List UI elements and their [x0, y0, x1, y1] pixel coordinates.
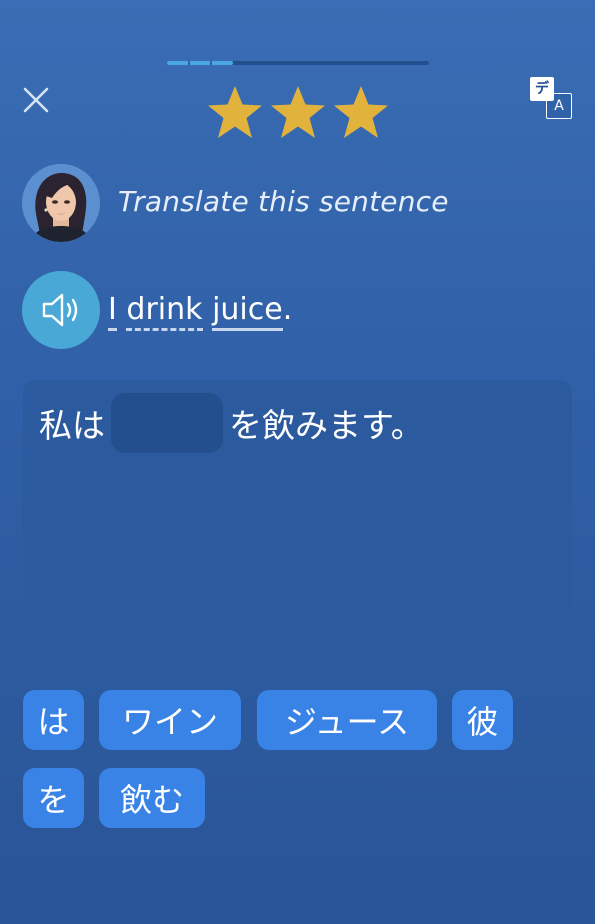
answer-blank-slot[interactable]: [111, 393, 223, 453]
star-icon: [271, 86, 325, 138]
sentence-word[interactable]: juice: [212, 292, 283, 331]
answer-area: 私は を飲みます。: [23, 380, 572, 674]
word-chip[interactable]: は: [23, 690, 84, 750]
word-chip[interactable]: 彼: [452, 690, 513, 750]
answer-sentence: 私は を飲みます。: [39, 393, 424, 453]
sentence-word[interactable]: I: [108, 292, 117, 331]
sentence-word[interactable]: drink: [126, 292, 203, 331]
word-chip[interactable]: ワイン: [99, 690, 241, 750]
word-chip[interactable]: を: [23, 768, 84, 828]
progress-segment-divider: [210, 61, 212, 65]
word-chip[interactable]: 飲む: [99, 768, 205, 828]
close-button[interactable]: [18, 82, 54, 118]
sentence-period: .: [282, 292, 293, 327]
translate-icon-kana: デ: [530, 77, 554, 101]
instruction-text: Translate this sentence: [118, 185, 449, 218]
tutor-avatar: [22, 164, 100, 242]
star-icon: [208, 86, 262, 138]
play-audio-button[interactable]: [22, 271, 100, 349]
lesson-progress-fill: [167, 61, 233, 65]
close-icon: [23, 87, 49, 113]
speaker-icon: [42, 293, 78, 327]
star-rating: [206, 84, 390, 144]
progress-segment-divider: [188, 61, 190, 65]
word-chip[interactable]: ジュース: [257, 690, 437, 750]
answer-text-before: 私は: [39, 406, 105, 445]
translate-toggle-button[interactable]: A デ: [528, 75, 574, 121]
star-icon: [334, 86, 388, 138]
answer-text-after: を飲みます。: [229, 406, 424, 445]
source-sentence: I drink juice.: [108, 292, 293, 331]
tutor-face-icon: [22, 164, 100, 242]
lesson-progress-bar: [167, 61, 429, 65]
